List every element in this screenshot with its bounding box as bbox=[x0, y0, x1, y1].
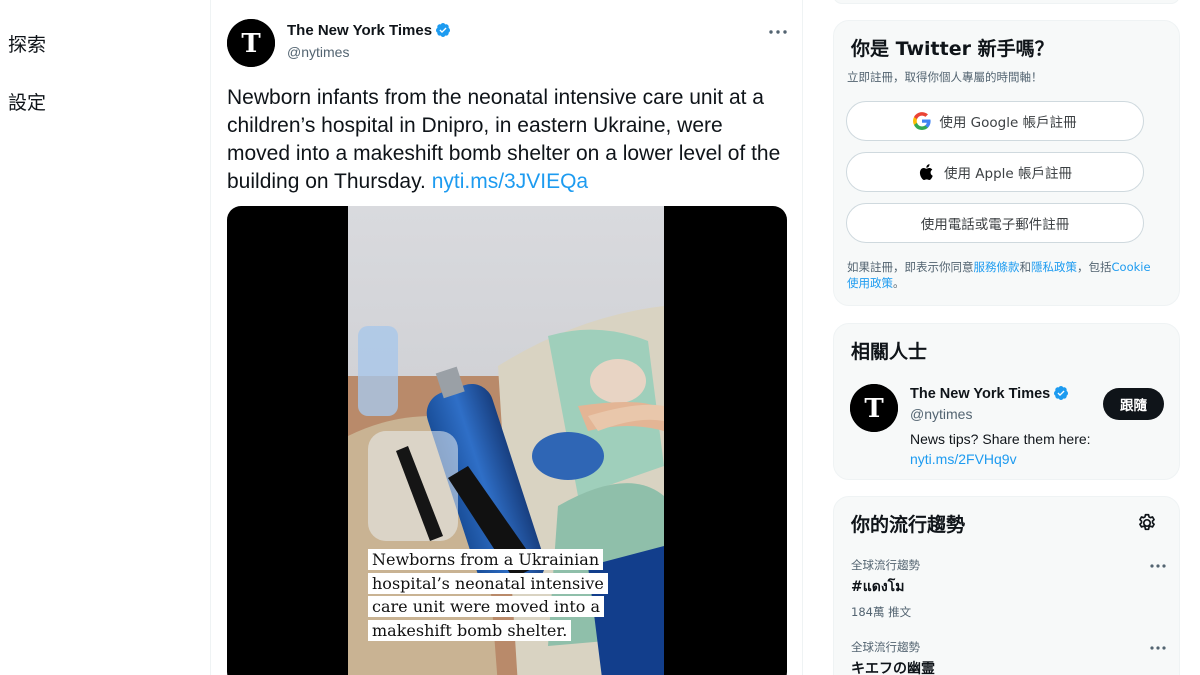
suggested-user-bio-text: News tips? Share them here: bbox=[910, 431, 1091, 447]
more-icon bbox=[769, 30, 787, 34]
apple-icon bbox=[918, 163, 936, 181]
suggested-user-handle[interactable]: @nytimes bbox=[910, 406, 972, 422]
suggested-user-bio-link[interactable]: nyti.ms/2FVHq9v bbox=[910, 449, 1091, 469]
terms-mid: ，包括 bbox=[1077, 260, 1112, 274]
who-to-follow-card: 相關人士 T The New York Times @nytimes News … bbox=[833, 323, 1180, 480]
google-signup-button[interactable]: 使用 Google 帳戶註冊 bbox=[846, 101, 1144, 141]
trend-count: 184萬 推文 bbox=[851, 605, 912, 619]
suggested-user-avatar[interactable]: T bbox=[850, 384, 898, 432]
author-name[interactable]: The New York Times bbox=[287, 22, 451, 39]
trend-context: 全球流行趨勢 bbox=[851, 558, 920, 572]
nav-item-explore[interactable]: 探索 bbox=[8, 30, 46, 57]
svg-text:T: T bbox=[241, 29, 261, 59]
svg-text:T: T bbox=[864, 394, 884, 424]
verified-badge-icon bbox=[1054, 386, 1069, 400]
suggested-user-name-text[interactable]: The New York Times bbox=[910, 386, 1050, 402]
privacy-policy-link[interactable]: 隱私政策 bbox=[1031, 260, 1077, 274]
terms-of-service-link[interactable]: 服務條款 bbox=[974, 260, 1020, 274]
left-nav: 探索 設定 bbox=[0, 0, 210, 675]
tweet-video[interactable]: Newborns from a Ukrainian hospital’s neo… bbox=[227, 206, 787, 675]
tweet-text: Newborn infants from the neonatal intens… bbox=[227, 84, 787, 196]
terms-and: 和 bbox=[1019, 260, 1032, 274]
terms-prefix: 如果註冊，即表示你同意 bbox=[847, 260, 974, 274]
signup-terms: 如果註冊，即表示你同意服務條款和隱私政策，包括Cookie 使用政策。 bbox=[847, 259, 1165, 291]
trend-item[interactable]: 全球流行趨勢 キエフの幽霊 bbox=[851, 639, 1166, 675]
video-caption: Newborns from a Ukrainian hospital’s neo… bbox=[368, 548, 630, 642]
author-name-text[interactable]: The New York Times bbox=[287, 22, 432, 39]
google-icon bbox=[913, 112, 931, 130]
follow-button[interactable]: 跟隨 bbox=[1103, 388, 1164, 420]
nav-item-settings[interactable]: 設定 bbox=[8, 88, 46, 115]
signup-subtitle: 立即註冊，取得你個人專屬的時間軸！ bbox=[847, 70, 1043, 84]
nyt-logo-icon: T bbox=[850, 384, 898, 432]
suggested-user-bio: News tips? Share them here: nyti.ms/2FVH… bbox=[910, 429, 1091, 469]
tweet: T The New York Times @nytimes Newborn in… bbox=[210, 0, 803, 675]
who-to-follow-title: 相關人士 bbox=[851, 341, 928, 363]
search-card-edge bbox=[833, 0, 1180, 4]
trend-item[interactable]: 全球流行趨勢 #แดงโม 184萬 推文 bbox=[851, 557, 1166, 620]
more-icon bbox=[1150, 564, 1166, 568]
verified-badge-icon bbox=[436, 23, 451, 37]
nyt-logo-icon: T bbox=[227, 19, 275, 67]
trend-name[interactable]: #แดงโม bbox=[851, 576, 1163, 598]
trends-card: 你的流行趨勢 全球流行趨勢 #แดงโม 184萬 推文 全球流行趨勢 キエフの… bbox=[833, 496, 1180, 675]
author-handle[interactable]: @nytimes bbox=[287, 44, 349, 60]
more-options-button[interactable] bbox=[767, 22, 789, 42]
tweet-link[interactable]: nyti.ms/3JVIEQa bbox=[432, 170, 588, 193]
author-avatar[interactable]: T bbox=[227, 19, 275, 67]
trends-title: 你的流行趨勢 bbox=[851, 514, 966, 536]
phone-email-signup-label[interactable]: 使用電話或電子郵件註冊 bbox=[921, 213, 1070, 233]
suggested-user-name[interactable]: The New York Times bbox=[910, 385, 1069, 402]
video-caption-text: Newborns from a Ukrainian hospital’s neo… bbox=[368, 549, 608, 641]
signup-title: 你是 Twitter 新手嗎？ bbox=[851, 38, 1054, 60]
google-signup-label[interactable]: 使用 Google 帳戶註冊 bbox=[939, 111, 1076, 131]
trend-more-button[interactable] bbox=[1147, 639, 1169, 657]
terms-end: 。 bbox=[893, 276, 905, 290]
gear-icon[interactable] bbox=[1136, 512, 1158, 534]
trend-context: 全球流行趨勢 bbox=[851, 640, 920, 654]
apple-signup-label[interactable]: 使用 Apple 帳戶註冊 bbox=[944, 162, 1072, 182]
trend-name[interactable]: キエフの幽霊 bbox=[851, 658, 1163, 675]
trend-more-button[interactable] bbox=[1147, 557, 1169, 575]
apple-signup-button[interactable]: 使用 Apple 帳戶註冊 bbox=[846, 152, 1144, 192]
phone-email-signup-button[interactable]: 使用電話或電子郵件註冊 bbox=[846, 203, 1144, 243]
signup-card: 你是 Twitter 新手嗎？ 立即註冊，取得你個人專屬的時間軸！ 使用 Goo… bbox=[833, 20, 1180, 306]
more-icon bbox=[1150, 646, 1166, 650]
